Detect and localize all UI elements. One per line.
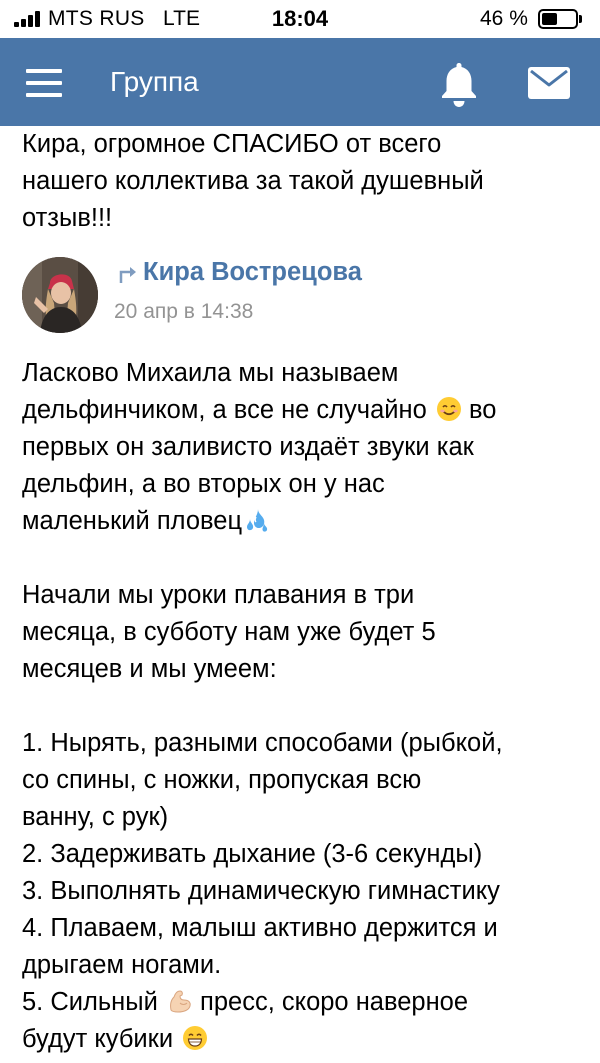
app-header: Группа	[0, 38, 600, 126]
post-line: маленький пловец	[22, 503, 588, 540]
post-author-row: Кира Вострецова 20 апр в 14:38	[22, 257, 582, 337]
battery-icon	[538, 9, 582, 29]
mail-icon[interactable]	[527, 66, 571, 100]
list-item: будут кубики	[22, 1021, 588, 1058]
reply-comment: Кира, огромное СПАСИБО от всего нашего к…	[22, 126, 582, 237]
post-line-text: 5. Сильный	[22, 988, 158, 1016]
list-item: 5. Сильный пресс, скоро наверное	[22, 984, 588, 1021]
post-line: дельфинчиком, а все не случайно во	[22, 392, 588, 429]
battery-percent: 46 %	[480, 7, 528, 30]
smiling-face-emoji	[436, 396, 462, 422]
post-date[interactable]: 20 апр в 14:38	[114, 300, 253, 324]
page-title: Группа	[110, 66, 199, 97]
post-line-text: дельфинчиком, а все не случайно	[22, 396, 427, 424]
grinning-face-emoji	[182, 1025, 208, 1051]
post-author-name[interactable]: Кира Вострецова	[143, 258, 362, 287]
sweat-droplets-emoji	[244, 507, 270, 533]
post-line: Ласково Михаила мы называем	[22, 359, 399, 387]
post-line: дельфин, а во вторых он у нас	[22, 470, 385, 498]
reply-line: отзыв!!!	[22, 204, 113, 232]
list-item: дрыгаем ногами.	[22, 951, 222, 979]
repost-arrow-icon	[118, 263, 140, 285]
list-item: 2. Задерживать дыхание (3-6 секунды)	[22, 840, 483, 868]
list-item: 4. Плаваем, малыш активно держится и	[22, 914, 498, 942]
post-line: первых он заливисто издаёт звуки как	[22, 433, 474, 461]
post-text: Ласково Михаила мы называем дельфинчиком…	[22, 355, 588, 1058]
flexed-biceps-emoji	[167, 988, 193, 1014]
reply-line: Кира, огромное СПАСИБО от всего	[22, 130, 442, 158]
list-item: 1. Нырять, разными способами (рыбкой,	[22, 729, 503, 757]
avatar[interactable]	[22, 257, 98, 333]
status-bar: MTS RUS LTE 18:04 46 %	[0, 0, 600, 38]
menu-icon[interactable]	[26, 69, 64, 97]
post-line: Начали мы уроки плавания в три	[22, 581, 415, 609]
post-line: месяцев и мы умеем:	[22, 655, 277, 683]
post-line: месяца, в субботу нам уже будет 5	[22, 618, 436, 646]
list-item: ванну, с рук)	[22, 803, 169, 831]
post-line-text: пресс, скоро наверное	[200, 988, 469, 1016]
list-item: 3. Выполнять динамическую гимнастику	[22, 877, 500, 905]
post-line-text: маленький пловец	[22, 507, 243, 535]
reply-line: нашего коллектива за такой душевный	[22, 167, 484, 195]
post-line-text: будут кубики	[22, 1025, 174, 1053]
post-line-text: во	[468, 396, 497, 424]
list-item: со спины, с ножки, пропуская всю	[22, 766, 422, 794]
bell-icon[interactable]	[438, 60, 480, 108]
